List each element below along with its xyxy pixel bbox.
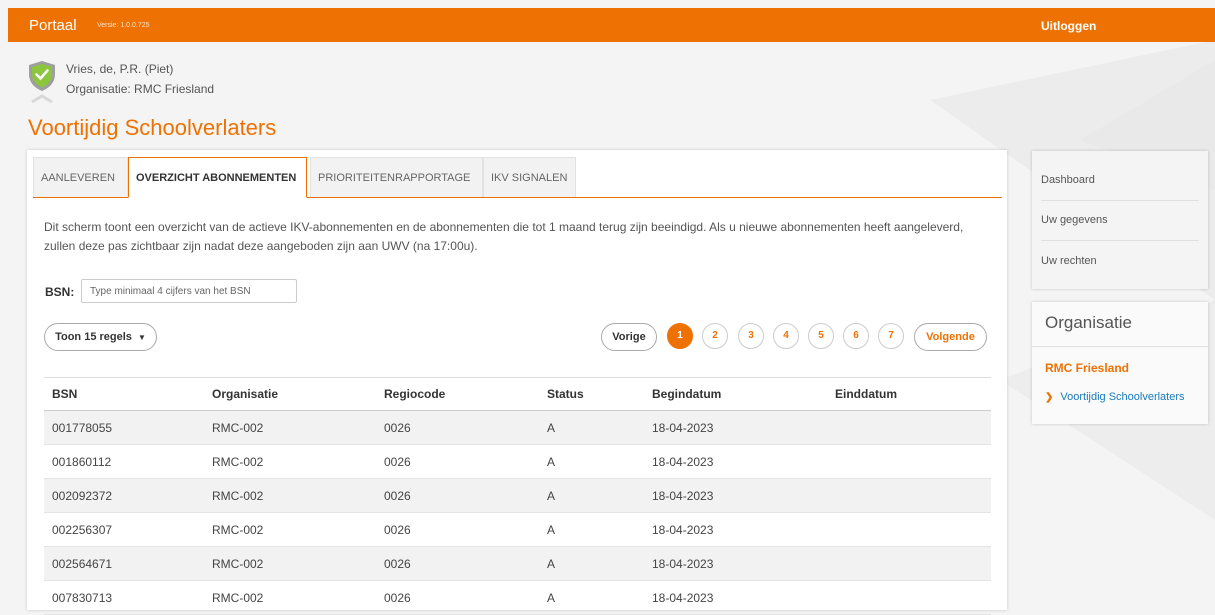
page-1-button[interactable]: 1 xyxy=(667,323,693,349)
cell-regiocode: 0026 xyxy=(376,444,539,479)
cell-einddatum xyxy=(827,478,991,513)
table-row: 002256307 RMC-002 0026 A 18-04-2023 xyxy=(44,512,991,547)
cell-begindatum: 18-04-2023 xyxy=(644,478,827,513)
organisation-name: RMC Friesland xyxy=(1045,361,1130,375)
cell-status: A xyxy=(539,478,644,513)
table-row: 002564671 RMC-002 0026 A 18-04-2023 xyxy=(44,546,991,581)
shield-check-icon xyxy=(29,61,55,104)
cell-organisatie: RMC-002 xyxy=(204,444,376,479)
page-title: Voortijdig Schoolverlaters xyxy=(28,115,277,140)
cell-regiocode: 0026 xyxy=(376,546,539,581)
cell-regiocode: 0026 xyxy=(376,410,539,445)
table-row: 001778055 RMC-002 0026 A 18-04-2023 xyxy=(44,410,991,445)
column-header-regiocode[interactable]: Regiocode xyxy=(376,377,539,411)
side-menu-dashboard[interactable]: Dashboard xyxy=(1041,160,1199,201)
tab-bar: AANLEVEREN OVERZICHT ABONNEMENTEN PRIORI… xyxy=(33,157,1002,198)
version-label: Versie: 1.0.0.725 xyxy=(97,22,150,29)
cell-organisatie: RMC-002 xyxy=(204,512,376,547)
cell-bsn: 002092372 xyxy=(44,478,204,513)
intro-text: Dit scherm toont een overzicht van de ac… xyxy=(44,220,964,253)
divider xyxy=(1032,346,1208,347)
cell-bsn: 002256307 xyxy=(44,512,204,547)
column-header-organisatie[interactable]: Organisatie xyxy=(204,377,376,411)
table-row: 002092372 RMC-002 0026 A 18-04-2023 xyxy=(44,478,991,513)
page-7-button[interactable]: 7 xyxy=(878,323,904,349)
cell-begindatum: 18-04-2023 xyxy=(644,410,827,445)
cell-status: A xyxy=(539,512,644,547)
side-menu: Dashboard Uw gegevens Uw rechten xyxy=(1032,151,1208,289)
column-header-bsn[interactable]: BSN xyxy=(44,377,204,411)
organisation-panel: Organisatie RMC Friesland ❯ Voortijdig Sc… xyxy=(1032,302,1208,424)
tab-overzicht-abonnementen[interactable]: OVERZICHT ABONNEMENTEN xyxy=(128,157,307,198)
tab-prioriteitenrapportage[interactable]: PRIORITEITENRAPPORTAGE xyxy=(310,157,483,197)
side-menu-uw-gegevens[interactable]: Uw gegevens xyxy=(1041,200,1199,241)
cell-bsn: 001860112 xyxy=(44,444,204,479)
user-name: Vries, de, P.R. (Piet) xyxy=(66,62,174,76)
organisation-panel-title: Organisatie xyxy=(1045,313,1132,332)
cell-organisatie: RMC-002 xyxy=(204,478,376,513)
bsn-search-input[interactable] xyxy=(81,279,297,303)
top-bar: Portaal Versie: 1.0.0.725 Uitloggen xyxy=(8,8,1215,42)
table-header-row: BSN Organisatie Regiocode Status Beginda… xyxy=(44,377,991,411)
cell-einddatum xyxy=(827,512,991,547)
subscriptions-table: BSN Organisatie Regiocode Status Beginda… xyxy=(44,377,991,615)
cell-status: A xyxy=(539,410,644,445)
cell-einddatum xyxy=(827,444,991,479)
page-2-button[interactable]: 2 xyxy=(702,323,728,349)
previous-page-button[interactable]: Vorige xyxy=(601,323,657,351)
cell-begindatum: 18-04-2023 xyxy=(644,546,827,581)
caret-down-icon: ▼ xyxy=(137,333,146,342)
user-organisation: Organisatie: RMC Friesland xyxy=(66,82,215,96)
chevron-right-icon: ❯ xyxy=(1045,392,1054,403)
next-page-button[interactable]: Volgende xyxy=(914,323,987,351)
cell-bsn: 002564671 xyxy=(44,546,204,581)
organisation-link-label: Voortijdig Schoolverlaters xyxy=(1060,391,1185,403)
cell-organisatie: RMC-002 xyxy=(204,546,376,581)
table-row: 001860112 RMC-002 0026 A 18-04-2023 xyxy=(44,444,991,479)
rows-per-page-label: Toon 15 regels xyxy=(55,331,132,343)
column-header-begindatum[interactable]: Begindatum xyxy=(644,377,827,411)
cell-begindatum: 18-04-2023 xyxy=(644,444,827,479)
tab-aanleveren[interactable]: AANLEVEREN xyxy=(33,157,128,197)
cell-regiocode: 0026 xyxy=(376,512,539,547)
cell-einddatum xyxy=(827,546,991,581)
column-header-status[interactable]: Status xyxy=(539,377,644,411)
main-panel: AANLEVEREN OVERZICHT ABONNEMENTEN PRIORI… xyxy=(27,150,1007,615)
bsn-label: BSN: xyxy=(45,285,75,299)
cell-regiocode: 0026 xyxy=(376,478,539,513)
cell-organisatie: RMC-002 xyxy=(204,410,376,445)
cell-status: A xyxy=(539,546,644,581)
tab-ikv-signalen[interactable]: IKV SIGNALEN xyxy=(483,157,576,197)
page-6-button[interactable]: 6 xyxy=(843,323,869,349)
side-menu-uw-rechten[interactable]: Uw rechten xyxy=(1041,241,1199,281)
page-4-button[interactable]: 4 xyxy=(773,323,799,349)
logout-link[interactable]: Uitloggen xyxy=(1041,19,1096,33)
page-3-button[interactable]: 3 xyxy=(738,323,764,349)
brand-label[interactable]: Portaal xyxy=(29,17,77,34)
cell-einddatum xyxy=(827,410,991,445)
column-header-einddatum[interactable]: Einddatum xyxy=(827,377,991,411)
cell-status: A xyxy=(539,444,644,479)
rows-per-page-dropdown[interactable]: Toon 15 regels ▼ xyxy=(44,323,157,351)
organisation-link[interactable]: ❯ Voortijdig Schoolverlaters xyxy=(1045,391,1185,403)
page-5-button[interactable]: 5 xyxy=(808,323,834,349)
cell-bsn: 001778055 xyxy=(44,410,204,445)
cell-begindatum: 18-04-2023 xyxy=(644,512,827,547)
